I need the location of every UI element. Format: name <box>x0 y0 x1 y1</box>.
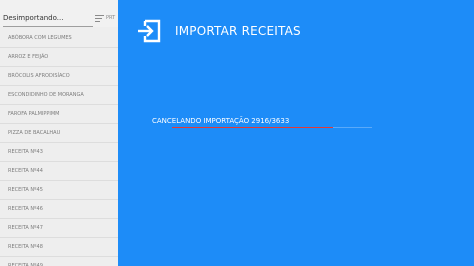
sort-button[interactable]: PRT <box>95 12 115 24</box>
list-item[interactable]: RECEITA Nº46 <box>0 200 118 219</box>
search-input[interactable] <box>3 10 93 27</box>
import-icon <box>138 19 161 43</box>
list-item[interactable]: RECEITA Nº43 <box>0 143 118 162</box>
import-progress-bar <box>172 127 372 128</box>
import-status-text: CANCELANDO IMPORTAÇÃO 2916/3633 <box>152 117 290 125</box>
list-item[interactable]: RECEITA Nº45 <box>0 181 118 200</box>
list-item[interactable]: BRÓCOLIS AFRODISÍACO <box>0 67 118 86</box>
list-item[interactable]: RECEITA Nº49 <box>0 257 118 266</box>
list-header: PRT <box>0 0 118 27</box>
list-item[interactable]: ABÓBORA COM LEGUMES <box>0 29 118 48</box>
recipe-list-panel: PRT ABÓBORA COM LEGUMESARROZ E FEIJÃOBRÓ… <box>0 0 118 266</box>
list-item[interactable]: RECEITA Nº44 <box>0 162 118 181</box>
list-item[interactable]: ESCONDIDINHO DE MORANGA <box>0 86 118 105</box>
app-window: PRT ABÓBORA COM LEGUMESARROZ E FEIJÃOBRÓ… <box>0 0 474 266</box>
recipe-list: ABÓBORA COM LEGUMES ARROZ E FEIJÃO BRÓCOLI… <box>0 29 118 266</box>
page-title: IMPORTAR RECEITAS <box>175 24 301 38</box>
list-item[interactable]: PIZZA DE BACALHAU <box>0 124 118 143</box>
sort-label: PRT <box>106 15 116 21</box>
list-item[interactable]: RECEITA Nº47 <box>0 219 118 238</box>
list-item[interactable]: FAROFA PALMIPPIMM <box>0 105 118 124</box>
list-item[interactable]: RECEITA Nº48 <box>0 238 118 257</box>
list-item[interactable]: ARROZ E FEIJÃO <box>0 48 118 67</box>
import-progress-fill <box>172 127 333 128</box>
list-sort-icon <box>95 14 104 22</box>
